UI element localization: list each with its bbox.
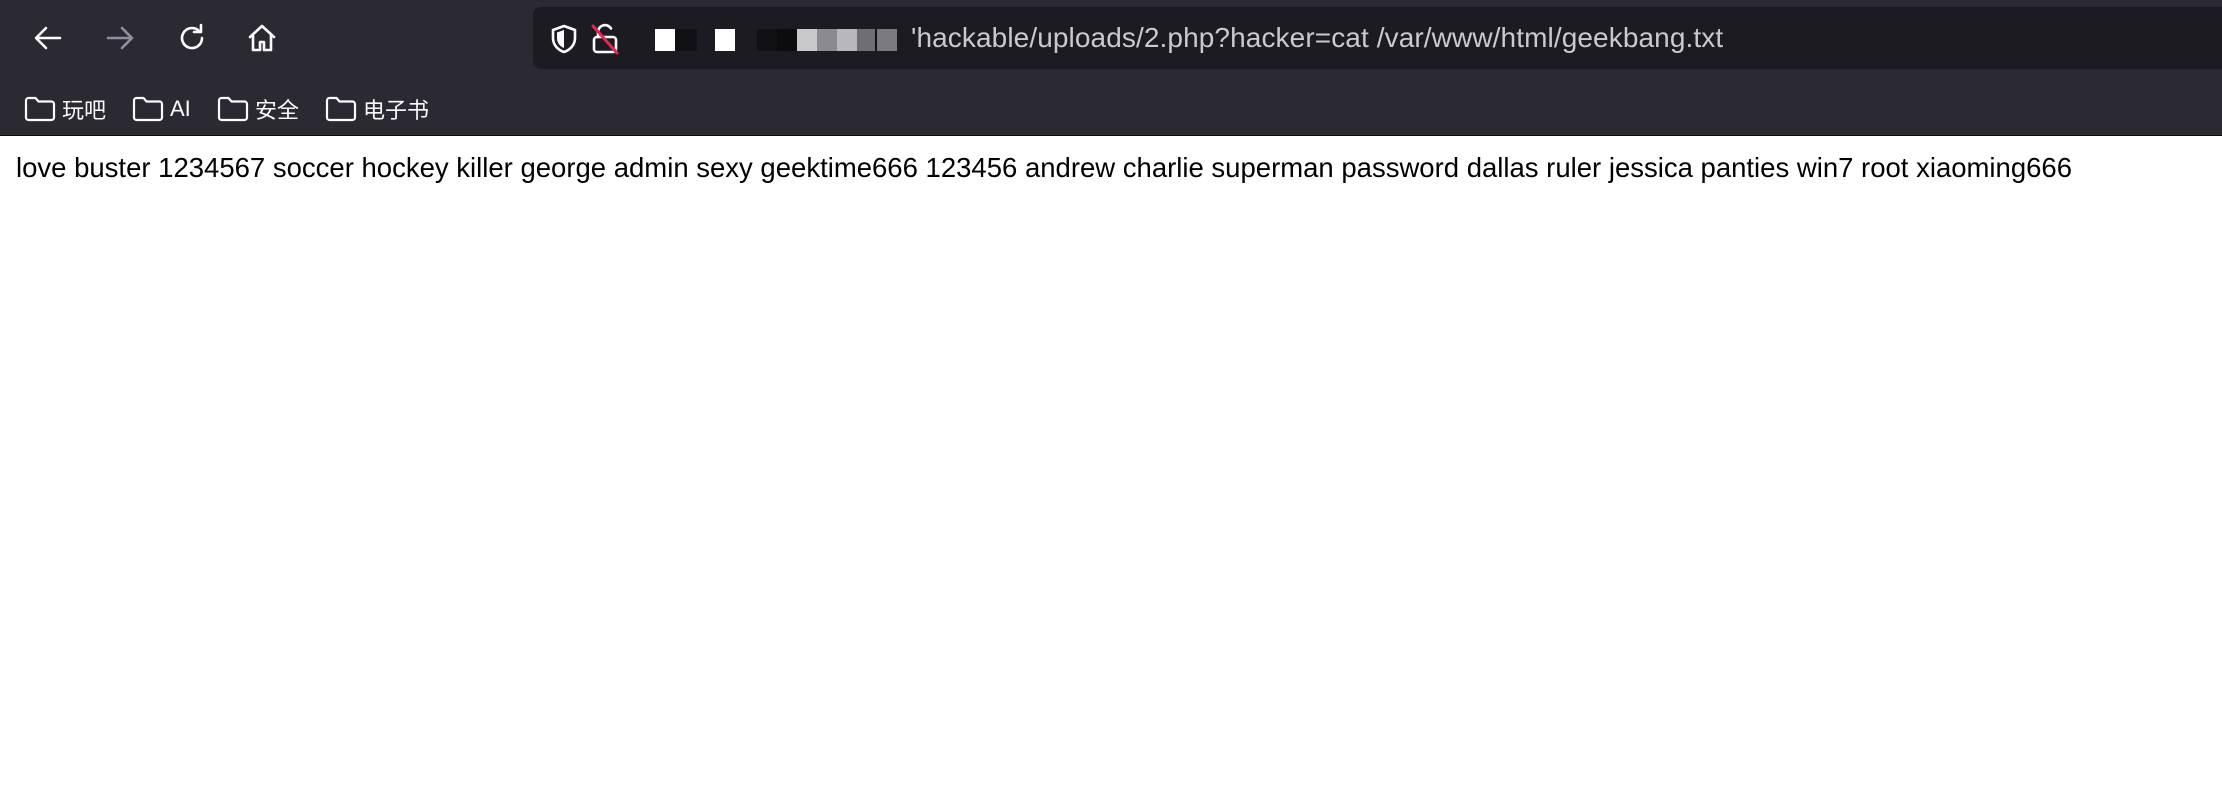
folder-icon xyxy=(132,96,164,122)
redacted-host-block xyxy=(857,29,875,51)
arrow-right-icon xyxy=(104,22,136,54)
browser-chrome: 'hackable/uploads/2.php?hacker=cat /var/… xyxy=(0,0,2222,136)
page-body-text: love buster 1234567 soccer hockey killer… xyxy=(16,152,2073,183)
home-button[interactable] xyxy=(236,12,288,64)
bookmark-folder-ai[interactable]: AI xyxy=(132,90,191,128)
arrow-left-icon xyxy=(32,22,64,54)
bookmark-folder-wanba[interactable]: 玩吧 xyxy=(24,90,106,128)
bookmark-label: 玩吧 xyxy=(62,98,107,123)
page-content: love buster 1234567 soccer hockey killer… xyxy=(0,136,2222,788)
folder-icon xyxy=(325,96,357,122)
redacted-host-block xyxy=(817,29,837,51)
redacted-host-block xyxy=(777,29,797,51)
forward-button[interactable] xyxy=(94,12,146,64)
redacted-host-block xyxy=(797,29,817,51)
unlocked-insecure-icon[interactable] xyxy=(589,23,621,55)
redacted-host-block xyxy=(877,29,897,51)
bookmark-label: 电子书 xyxy=(363,98,430,123)
reload-button[interactable] xyxy=(166,12,218,64)
folder-icon xyxy=(217,96,249,122)
redacted-host-block xyxy=(715,29,735,51)
url-text[interactable]: 'hackable/uploads/2.php?hacker=cat /var/… xyxy=(911,21,1723,55)
address-bar[interactable]: 'hackable/uploads/2.php?hacker=cat /var/… xyxy=(533,7,2222,69)
back-button[interactable] xyxy=(22,12,74,64)
bookmark-folder-dianzishu[interactable]: 电子书 xyxy=(325,90,429,128)
reload-icon xyxy=(176,22,208,54)
bookmark-folder-anquan[interactable]: 安全 xyxy=(217,90,299,128)
redacted-host-block xyxy=(655,29,675,51)
redacted-host-block xyxy=(757,29,777,51)
bookmark-label: AI xyxy=(170,96,191,121)
redacted-host-block xyxy=(837,29,857,51)
navigation-toolbar: 'hackable/uploads/2.php?hacker=cat /var/… xyxy=(0,0,2222,80)
home-icon xyxy=(246,22,278,54)
shield-icon[interactable] xyxy=(548,23,580,55)
folder-icon xyxy=(24,96,56,122)
bookmark-label: 安全 xyxy=(255,98,300,123)
redacted-host-block xyxy=(675,29,697,51)
bookmarks-toolbar: 玩吧 AI 安全 电子书 xyxy=(0,84,2222,134)
